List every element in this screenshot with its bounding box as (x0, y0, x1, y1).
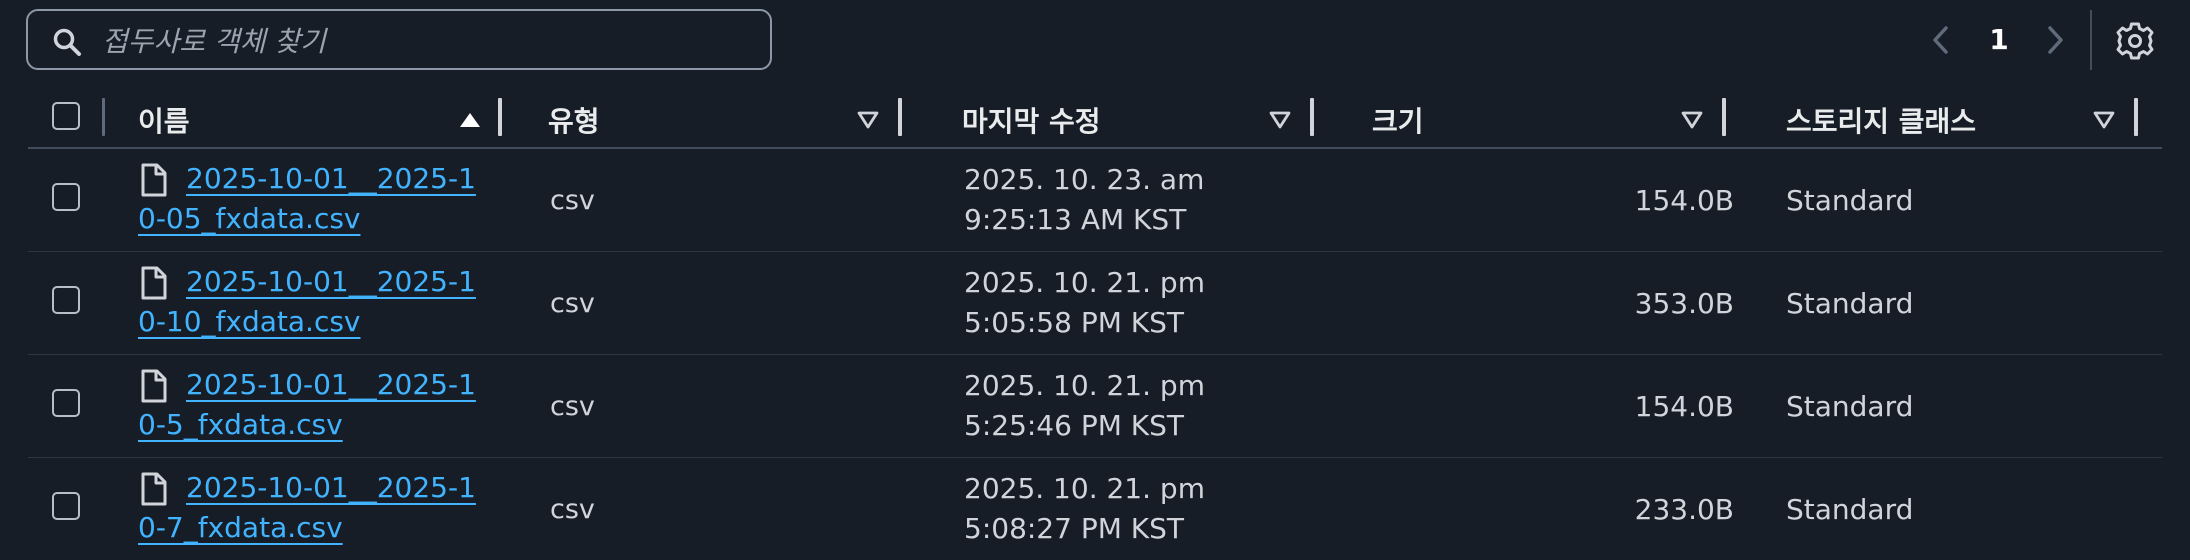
column-divider (102, 98, 105, 136)
objects-toolbar: 1 (0, 0, 2190, 80)
object-last-modified: 2025. 10. 21. pm 5:25:46 PM KST (964, 366, 1304, 446)
object-name-link[interactable]: 2025-10-01__2025-10-10_fxdata.csv (138, 262, 478, 342)
search-icon (52, 27, 82, 57)
table-row[interactable]: 2025-10-01__2025-10-10_fxdata.csv csv 20… (28, 252, 2162, 355)
object-size: 154.0B (1344, 148, 1756, 252)
column-resizer[interactable] (2134, 98, 2138, 136)
object-type: csv (550, 391, 595, 422)
object-last-modified: 2025. 10. 21. pm 5:08:27 PM KST (964, 469, 1304, 549)
column-label: 스토리지 클래스 (1786, 100, 1976, 140)
search-box[interactable] (26, 9, 772, 70)
column-resizer[interactable] (898, 98, 902, 136)
column-label: 유형 (548, 100, 600, 140)
search-input[interactable] (100, 21, 754, 61)
column-header-name[interactable]: 이름 (108, 90, 520, 147)
sort-ascending-icon[interactable] (458, 110, 482, 130)
object-type: csv (550, 288, 595, 319)
object-type: csv (550, 185, 595, 216)
object-size: 353.0B (1344, 252, 1756, 355)
sort-down-icon[interactable] (856, 110, 880, 130)
sort-down-icon[interactable] (2092, 110, 2116, 130)
sort-down-icon[interactable] (1680, 110, 1704, 130)
column-header-storage-class[interactable]: 스토리지 클래스 (1756, 90, 2162, 147)
object-storage-class: Standard (1786, 493, 1913, 526)
object-name-link[interactable]: 2025-10-01__2025-10-05_fxdata.csv (138, 159, 478, 239)
chevron-left-icon[interactable] (1924, 18, 1958, 62)
table-header-row: 이름 유형 마지막 수정 (28, 90, 2162, 148)
object-storage-class: Standard (1786, 390, 1913, 423)
column-label: 크기 (1372, 100, 1424, 140)
column-header-modified[interactable]: 마지막 수정 (932, 90, 1344, 147)
column-header-type[interactable]: 유형 (520, 90, 932, 147)
column-resizer[interactable] (1722, 98, 1726, 136)
object-name-link[interactable]: 2025-10-01__2025-10-5_fxdata.csv (138, 365, 478, 445)
column-resizer[interactable] (498, 98, 502, 136)
objects-table: 이름 유형 마지막 수정 (28, 90, 2162, 560)
column-label: 마지막 수정 (962, 100, 1101, 140)
chevron-right-icon[interactable] (2038, 18, 2072, 62)
object-storage-class: Standard (1786, 287, 1913, 320)
toolbar-divider (2090, 10, 2092, 70)
object-last-modified: 2025. 10. 21. pm 5:05:58 PM KST (964, 263, 1304, 343)
table-row[interactable]: 2025-10-01__2025-10-05_fxdata.csv csv 20… (28, 148, 2162, 252)
object-size: 233.0B (1344, 458, 1756, 560)
column-label: 이름 (138, 100, 190, 140)
object-name-link[interactable]: 2025-10-01__2025-10-7_fxdata.csv (138, 468, 478, 548)
column-resizer[interactable] (1310, 98, 1314, 136)
gear-icon[interactable] (2114, 20, 2156, 62)
current-page-number[interactable]: 1 (1982, 18, 2016, 62)
select-all-checkbox[interactable] (52, 102, 80, 130)
object-storage-class: Standard (1786, 184, 1913, 217)
table-row[interactable]: 2025-10-01__2025-10-7_fxdata.csv csv 202… (28, 458, 2162, 560)
object-size: 154.0B (1344, 355, 1756, 458)
table-row[interactable]: 2025-10-01__2025-10-5_fxdata.csv csv 202… (28, 355, 2162, 458)
object-type: csv (550, 494, 595, 525)
object-last-modified: 2025. 10. 23. am 9:25:13 AM KST (964, 160, 1304, 240)
column-header-size[interactable]: 크기 (1344, 90, 1756, 147)
sort-down-icon[interactable] (1268, 110, 1292, 130)
